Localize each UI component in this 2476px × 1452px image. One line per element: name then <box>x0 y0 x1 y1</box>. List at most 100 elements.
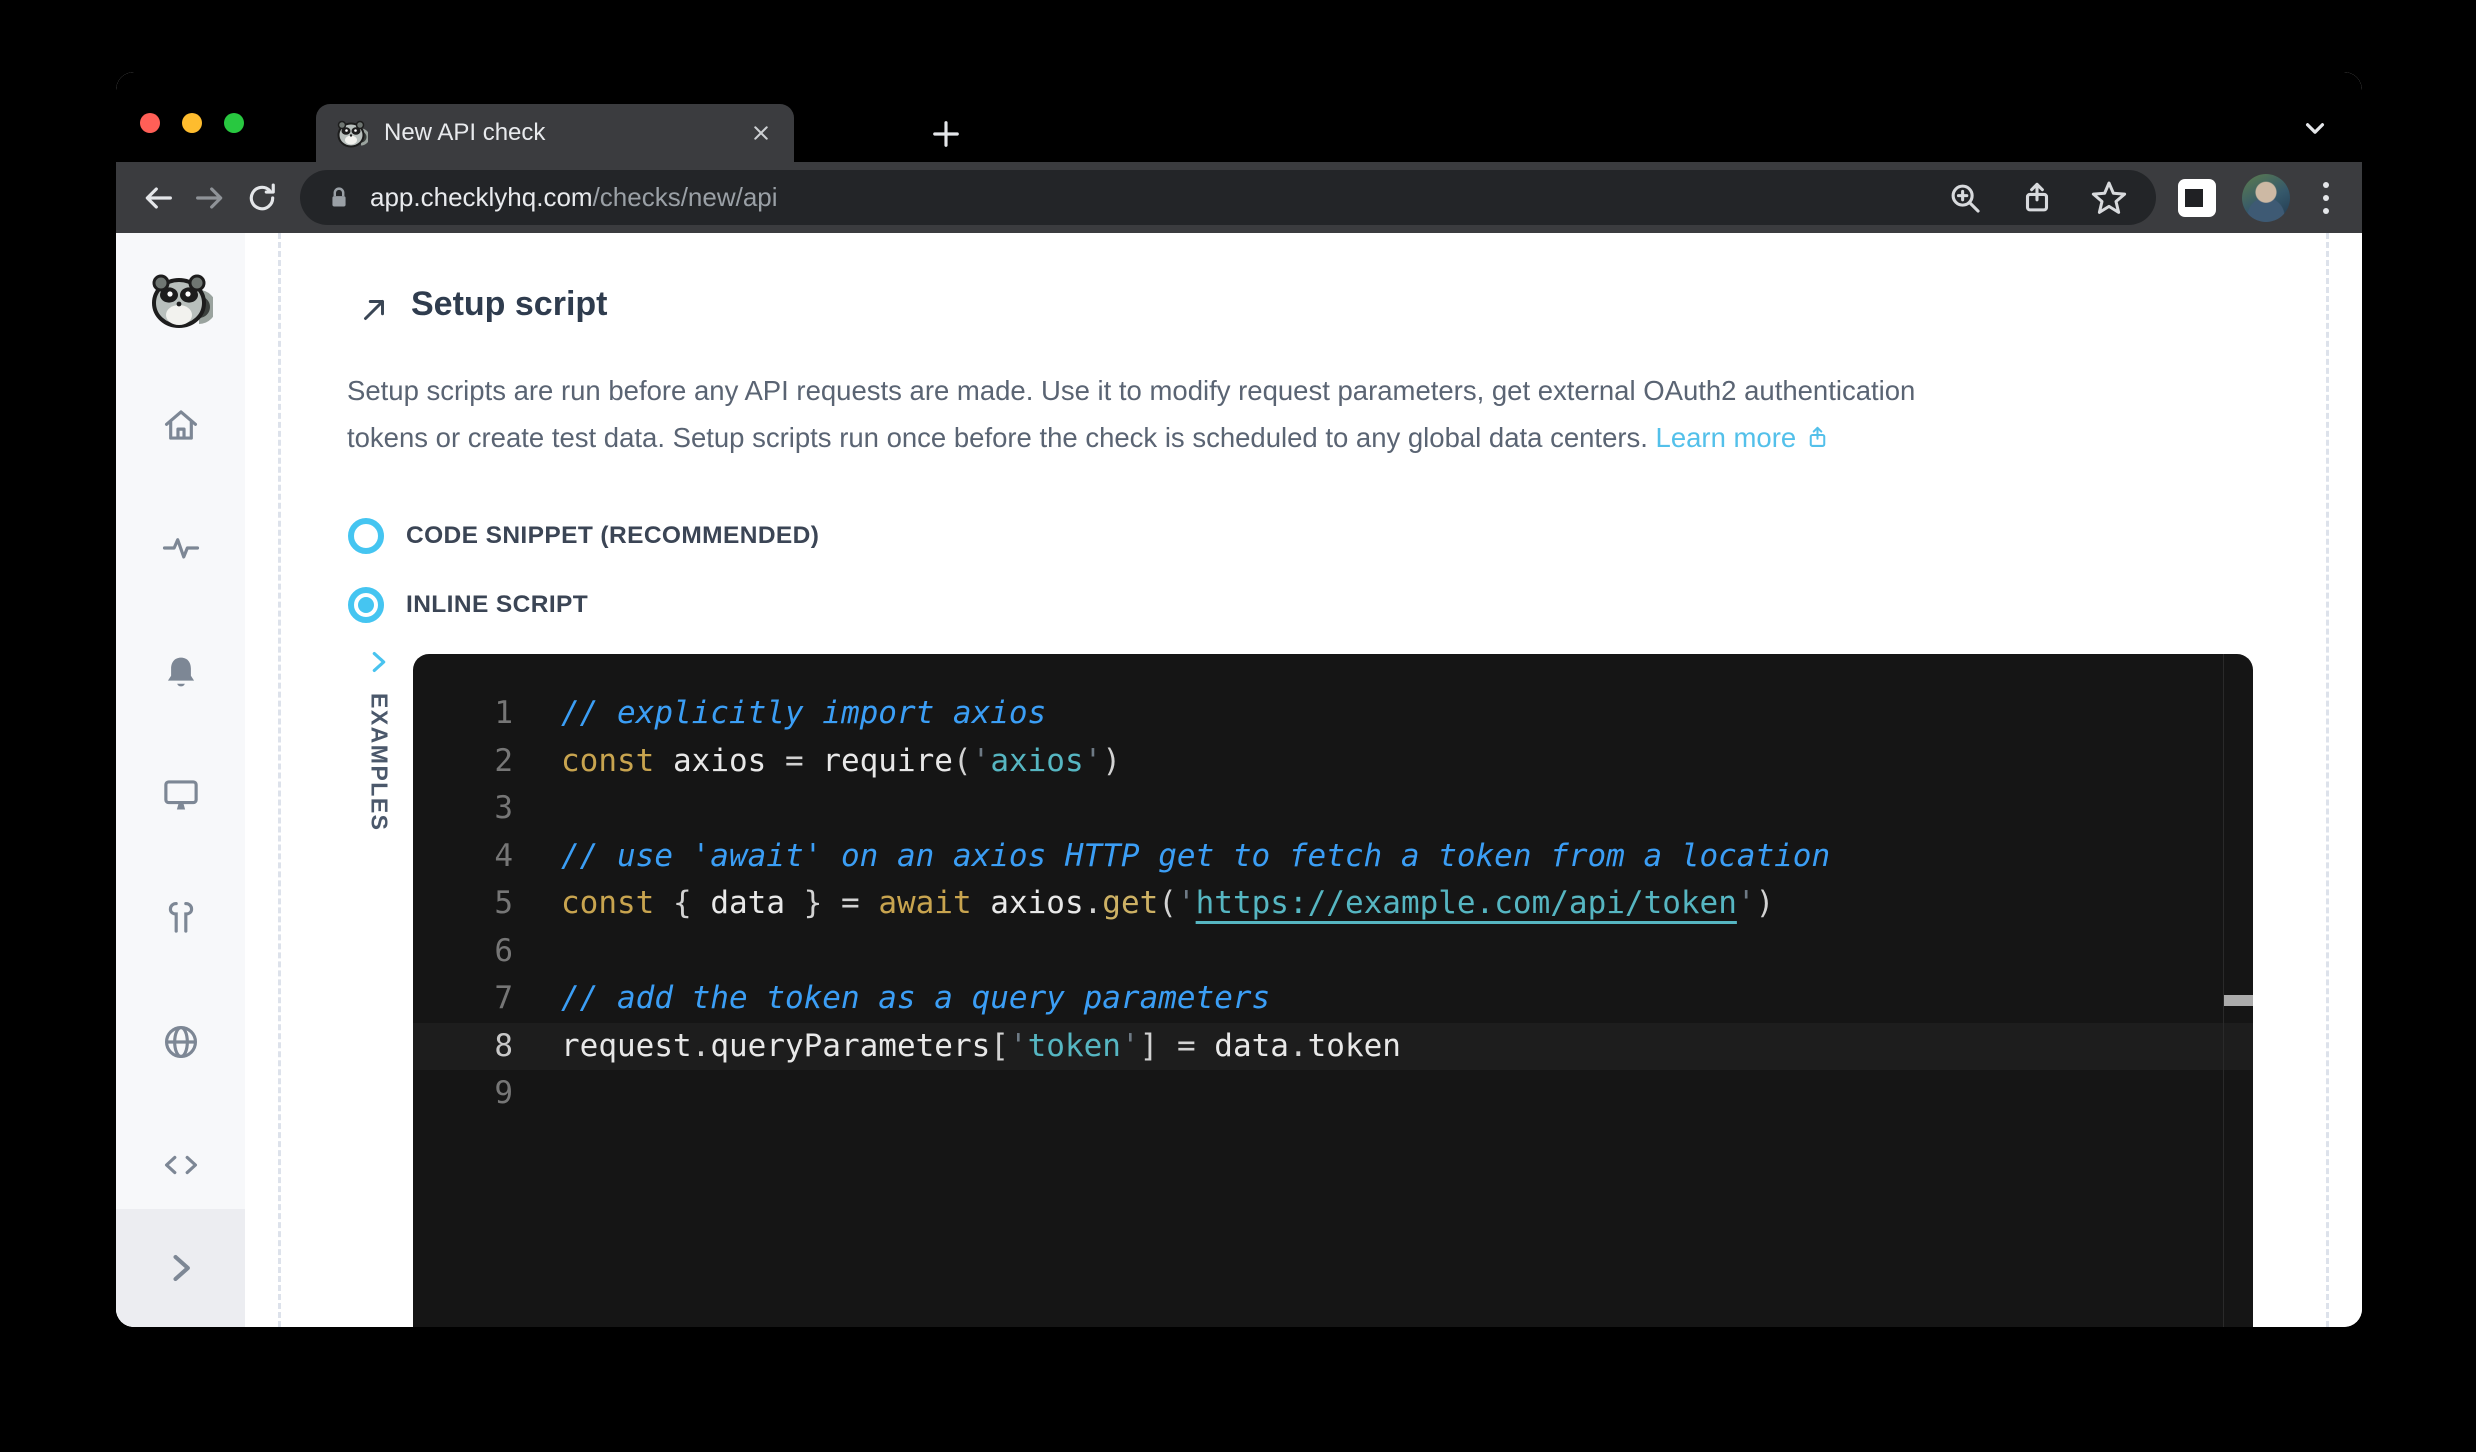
bookmark-star-button[interactable] <box>2086 175 2132 221</box>
scrollbar-thumb[interactable] <box>2224 995 2253 1006</box>
globe-icon <box>159 1020 203 1064</box>
close-icon[interactable] <box>748 120 774 146</box>
home-icon <box>159 403 203 447</box>
external-link-icon <box>1804 424 1831 451</box>
monitor-icon <box>159 773 203 817</box>
traffic-lights <box>140 113 244 133</box>
code-line[interactable]: 4 // use 'await' on an axios HTTP get to … <box>413 833 2253 881</box>
sidebar-expand-button[interactable] <box>116 1209 245 1327</box>
radio-button-unselected[interactable] <box>348 518 384 554</box>
code-line[interactable]: 8 request.queryParameters['token'] = data… <box>413 1023 2253 1071</box>
radio-option-inline-script[interactable]: INLINE SCRIPT <box>348 587 588 623</box>
browser-window: New API check <box>116 72 2362 1327</box>
line-number: 4 <box>413 833 513 881</box>
bell-icon <box>159 650 203 694</box>
sidebar-item-snippets[interactable] <box>116 1143 245 1187</box>
code-line[interactable]: 3 <box>413 785 2253 833</box>
code-line[interactable]: 6 <box>413 928 2253 976</box>
code-text: // explicitly import axios <box>561 690 1046 738</box>
sidebar-item-home[interactable] <box>116 403 245 447</box>
code-text: const axios = require('axios') <box>561 738 1121 786</box>
code-text: request.queryParameters['token'] = data.… <box>561 1023 1401 1071</box>
screen: New API check <box>0 0 2476 1452</box>
setup-script-page: Setup script Setup scripts are run befor… <box>245 233 2362 1327</box>
sidebar-item-dashboards[interactable] <box>116 773 245 817</box>
reload-icon <box>244 180 280 216</box>
share-button[interactable] <box>2014 175 2060 221</box>
lock-icon <box>324 183 354 213</box>
plus-icon <box>928 116 964 152</box>
left-panel-divider <box>278 233 281 1327</box>
tab-search-button[interactable] <box>2298 112 2332 146</box>
maximize-window-button[interactable] <box>224 113 244 133</box>
activity-icon <box>159 526 203 570</box>
radio-label: CODE SNIPPET (RECOMMENDED) <box>406 522 819 550</box>
code-icon <box>159 1143 203 1187</box>
reload-button[interactable] <box>236 172 288 224</box>
sidebar-item-maintenance[interactable] <box>116 896 245 940</box>
app-sidebar <box>116 233 245 1327</box>
tab-new-api-check[interactable]: New API check <box>316 104 794 162</box>
code-line[interactable]: 5 const { data } = await axios.get('https… <box>413 880 2253 928</box>
line-number: 6 <box>413 928 513 976</box>
forward-button[interactable] <box>184 172 236 224</box>
chevron-down-icon <box>2298 112 2332 146</box>
right-panel-divider[interactable] <box>2326 233 2329 1327</box>
code-text: // use 'await' on an axios HTTP get to f… <box>561 833 1830 881</box>
sidebar-item-checks[interactable] <box>116 526 245 570</box>
radio-label: INLINE SCRIPT <box>406 591 588 619</box>
line-number: 2 <box>413 738 513 786</box>
minimize-window-button[interactable] <box>182 113 202 133</box>
back-icon <box>140 180 176 216</box>
code-editor[interactable]: 1 // explicitly import axios 2 const axios … <box>413 654 2253 1327</box>
page-title: Setup script <box>411 285 607 324</box>
side-panel-icon[interactable] <box>2178 179 2216 217</box>
url-bar[interactable]: app.checklyhq.com/checks/new/api <box>300 170 2156 225</box>
url-text: app.checklyhq.com/checks/new/api <box>370 182 778 213</box>
new-tab-button[interactable] <box>928 116 964 152</box>
sidebar-item-alerts[interactable] <box>116 650 245 694</box>
line-number: 5 <box>413 880 513 928</box>
line-number: 8 <box>413 1023 513 1071</box>
checkly-logo[interactable] <box>116 267 245 331</box>
line-number: 3 <box>413 785 513 833</box>
line-number: 7 <box>413 975 513 1023</box>
sidebar-item-private-locations[interactable] <box>116 1020 245 1064</box>
editor-scrollbar[interactable] <box>2223 654 2253 1327</box>
examples-label: EXAMPLES <box>366 693 393 832</box>
page-content: Setup script Setup scripts are run befor… <box>116 233 2362 1327</box>
code-line[interactable]: 1 // explicitly import axios <box>413 690 2253 738</box>
radio-option-code-snippet[interactable]: CODE SNIPPET (RECOMMENDED) <box>348 518 819 554</box>
examples-drawer-toggle[interactable]: EXAMPLES <box>355 647 403 832</box>
description-line1: Setup scripts are run before any API req… <box>347 375 1915 406</box>
tab-title: New API check <box>384 119 748 147</box>
avatar[interactable] <box>2242 174 2290 222</box>
line-number: 1 <box>413 690 513 738</box>
learn-more-link[interactable]: Learn more <box>1656 422 1832 453</box>
code-lines: 1 // explicitly import axios 2 const axios … <box>413 654 2253 1118</box>
code-line[interactable]: 7 // add the token as a query parameters <box>413 975 2253 1023</box>
code-text: // add the token as a query parameters <box>561 975 1270 1023</box>
chevron-right-icon <box>159 1246 203 1290</box>
arrow-up-right-icon <box>357 293 391 327</box>
line-number: 9 <box>413 1070 513 1118</box>
code-line[interactable]: 9 <box>413 1070 2253 1118</box>
description-line2: tokens or create test data. Setup script… <box>347 422 1656 453</box>
back-button[interactable] <box>132 172 184 224</box>
forward-icon <box>192 180 228 216</box>
url-path: /checks/new/api <box>593 182 778 212</box>
wrench-icon <box>159 896 203 940</box>
code-text: const { data } = await axios.get('https:… <box>561 880 1774 928</box>
zoom-button[interactable] <box>1942 175 1988 221</box>
kebab-menu-icon[interactable] <box>2306 174 2346 222</box>
raccoon-favicon <box>336 117 368 149</box>
close-window-button[interactable] <box>140 113 160 133</box>
examples-chevron-icon <box>364 647 394 677</box>
learn-more-label: Learn more <box>1656 422 1797 453</box>
section-description: Setup scripts are run before any API req… <box>347 367 2312 461</box>
browser-toolbar: app.checklyhq.com/checks/new/api <box>116 162 2362 233</box>
code-line[interactable]: 2 const axios = require('axios') <box>413 738 2253 786</box>
tab-strip: New API check <box>116 72 2362 162</box>
radio-button-selected[interactable] <box>348 587 384 623</box>
url-domain: app.checklyhq.com <box>370 182 593 212</box>
